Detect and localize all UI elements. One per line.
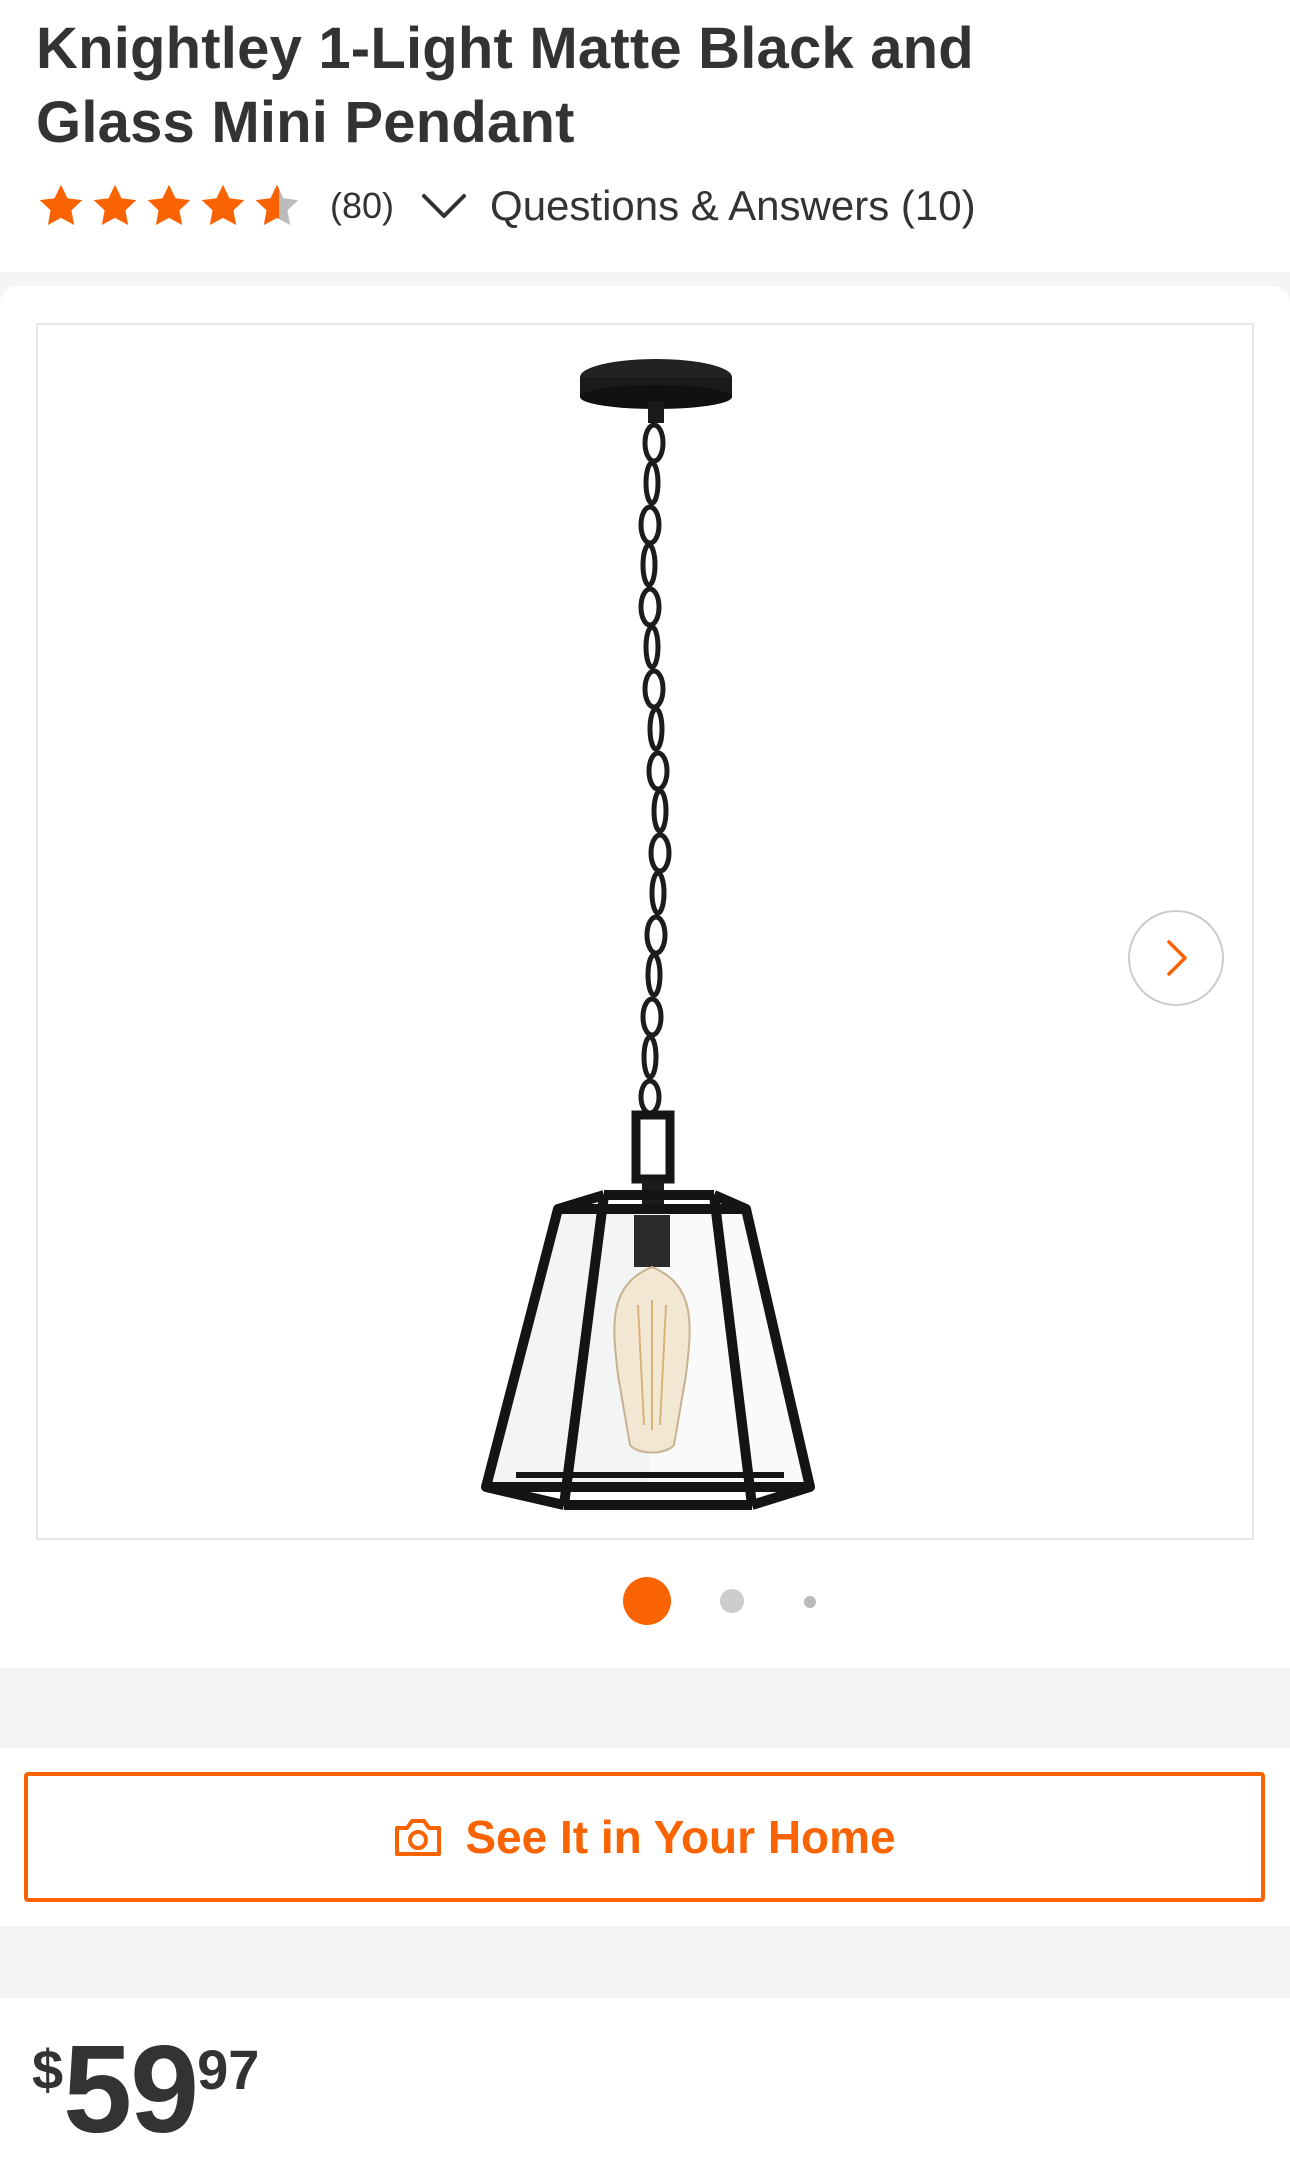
star-icon [39, 184, 83, 225]
price-dollars: 59 [63, 2021, 199, 2159]
section-divider [0, 1668, 1290, 1748]
price-cents: 97 [197, 2038, 260, 2101]
product-title-line-2: Glass Mini Pendant [36, 90, 575, 155]
product-title: Knightley 1-Light Matte Black and Glass … [36, 12, 1236, 160]
star-icon [147, 184, 191, 225]
product-image-frame[interactable] [36, 323, 1254, 1540]
review-count[interactable]: (80) [330, 185, 394, 227]
chevron-down-icon[interactable] [420, 188, 468, 224]
gallery-pagination [0, 1576, 1290, 1626]
chevron-right-icon [1167, 940, 1187, 976]
pagination-dot[interactable] [804, 1596, 816, 1608]
star-rating[interactable] [36, 181, 306, 231]
see-it-in-your-home-button[interactable]: See It in Your Home [24, 1772, 1265, 1902]
star-icon [93, 184, 137, 225]
price-section: $ 59 97 [0, 1998, 1290, 2171]
pagination-dot-active[interactable] [623, 1577, 671, 1625]
product-title-line-1: Knightley 1-Light Matte Black and [36, 16, 974, 81]
ratings-row: (80) Questions & Answers (10) [36, 176, 976, 236]
pendant-light-product-image [481, 359, 815, 1510]
price-currency-symbol: $ [32, 2038, 64, 2101]
section-divider [0, 1926, 1290, 1998]
star-icon [201, 184, 245, 225]
questions-answers-link[interactable]: Questions & Answers (10) [490, 182, 976, 230]
pagination-dot[interactable] [720, 1589, 744, 1613]
product-title-block: Knightley 1-Light Matte Black and Glass … [36, 12, 1236, 160]
camera-icon [395, 1819, 442, 1856]
see-it-in-your-home-label: See It in Your Home [465, 1811, 896, 1863]
ar-section: See It in Your Home [0, 1748, 1290, 1926]
half-star-icon [255, 184, 299, 225]
product-price: $ 59 97 [32, 2028, 259, 2152]
next-image-button[interactable] [1128, 910, 1224, 1006]
